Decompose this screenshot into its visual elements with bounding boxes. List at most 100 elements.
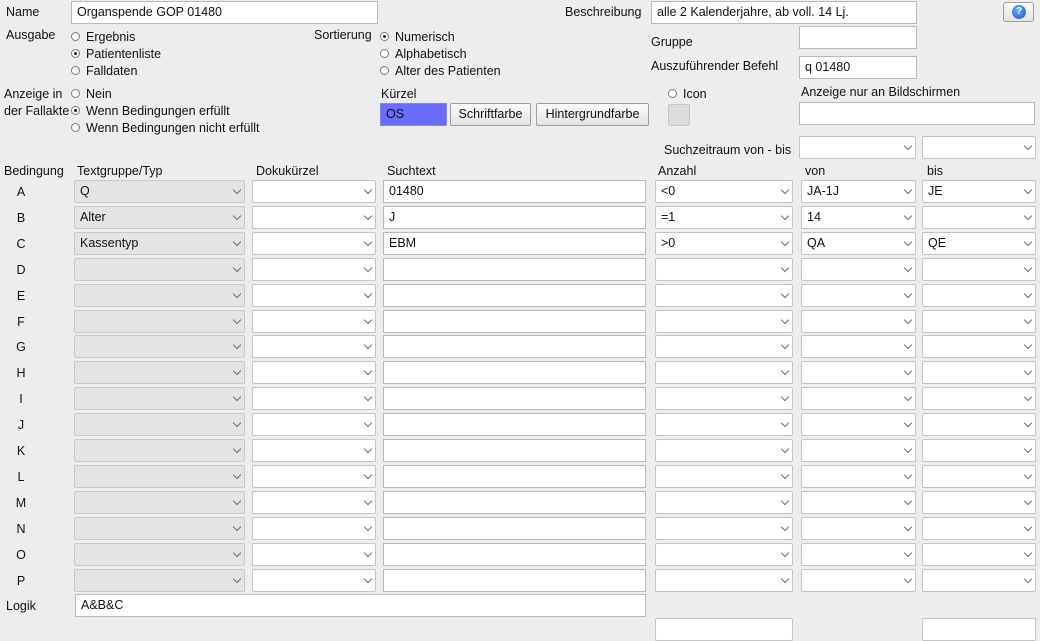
textgruppe-select[interactable] [74, 335, 245, 358]
bis-select[interactable] [922, 569, 1036, 592]
anzahl-select[interactable] [655, 310, 793, 333]
bis-select[interactable] [922, 387, 1036, 410]
bis-select[interactable] [922, 206, 1036, 229]
schriftfarbe-button[interactable]: Schriftfarbe [450, 103, 531, 126]
textgruppe-select[interactable] [74, 491, 245, 514]
textgruppe-select[interactable]: Kassentyp [74, 232, 245, 255]
textgruppe-select[interactable] [74, 569, 245, 592]
sortierung-option[interactable]: Alter des Patienten [380, 63, 501, 79]
von-select[interactable] [801, 439, 916, 462]
footer-select-partial[interactable] [922, 618, 1036, 641]
suchtext-input[interactable] [383, 439, 646, 462]
anzahl-select[interactable] [655, 491, 793, 514]
suchtext-input[interactable]: EBM [383, 232, 646, 255]
anzeige-option[interactable]: Wenn Bedingungen erfüllt [71, 103, 230, 119]
dokukuerzel-select[interactable] [252, 335, 376, 358]
anzahl-select[interactable] [655, 387, 793, 410]
dokukuerzel-select[interactable] [252, 284, 376, 307]
anzahl-select[interactable] [655, 413, 793, 436]
dokukuerzel-select[interactable] [252, 206, 376, 229]
dokukuerzel-select[interactable] [252, 310, 376, 333]
anzahl-select[interactable] [655, 465, 793, 488]
ausgabe-option[interactable]: Falldaten [71, 63, 137, 79]
von-select[interactable] [801, 258, 916, 281]
bis-select[interactable] [922, 284, 1036, 307]
suchtext-input[interactable] [383, 284, 646, 307]
bis-select[interactable] [922, 491, 1036, 514]
bis-select[interactable] [922, 310, 1036, 333]
ausgabe-option[interactable]: Patientenliste [71, 46, 161, 62]
von-select[interactable] [801, 491, 916, 514]
textgruppe-select[interactable] [74, 543, 245, 566]
textgruppe-select[interactable] [74, 517, 245, 540]
suchtext-input[interactable]: 01480 [383, 180, 646, 203]
suchtext-input[interactable] [383, 543, 646, 566]
suchtext-input[interactable] [383, 335, 646, 358]
textgruppe-select[interactable] [74, 387, 245, 410]
von-select[interactable] [801, 361, 916, 384]
anzeige-option[interactable]: Wenn Bedingungen nicht erfüllt [71, 120, 260, 136]
von-select[interactable]: 14 [801, 206, 916, 229]
textgruppe-select[interactable] [74, 439, 245, 462]
anzeige-option[interactable]: Nein [71, 86, 112, 102]
von-select[interactable] [801, 465, 916, 488]
suchtext-input[interactable] [383, 310, 646, 333]
anzahl-select[interactable] [655, 517, 793, 540]
von-select[interactable]: JA-1J [801, 180, 916, 203]
von-select[interactable]: QA [801, 232, 916, 255]
anzahl-select[interactable] [655, 361, 793, 384]
textgruppe-select[interactable] [74, 413, 245, 436]
dokukuerzel-select[interactable] [252, 439, 376, 462]
von-select[interactable] [801, 284, 916, 307]
hintergrundfarbe-button[interactable]: Hintergrundfarbe [536, 103, 649, 126]
textgruppe-select[interactable] [74, 258, 245, 281]
von-select[interactable] [801, 413, 916, 436]
von-select[interactable] [801, 335, 916, 358]
dokukuerzel-select[interactable] [252, 232, 376, 255]
textgruppe-select[interactable]: Alter [74, 206, 245, 229]
suchzeitraum-bis-select[interactable] [922, 136, 1036, 159]
anzahl-select[interactable] [655, 335, 793, 358]
gruppe-input[interactable] [799, 26, 917, 49]
von-select[interactable] [801, 569, 916, 592]
suchzeitraum-von-select[interactable] [799, 136, 916, 159]
anzahl-select[interactable]: <0 [655, 180, 793, 203]
dokukuerzel-select[interactable] [252, 465, 376, 488]
von-select[interactable] [801, 387, 916, 410]
textgruppe-select[interactable] [74, 361, 245, 384]
bis-select[interactable] [922, 258, 1036, 281]
textgruppe-select[interactable] [74, 284, 245, 307]
icon-preview[interactable] [668, 104, 690, 126]
suchtext-input[interactable] [383, 465, 646, 488]
bis-select[interactable]: JE [922, 180, 1036, 203]
bis-select[interactable] [922, 439, 1036, 462]
textgruppe-select[interactable] [74, 465, 245, 488]
beschreibung-input[interactable]: alle 2 Kalenderjahre, ab voll. 14 Lj. [651, 1, 917, 24]
anzahl-select[interactable]: >0 [655, 232, 793, 255]
dokukuerzel-select[interactable] [252, 258, 376, 281]
suchtext-input[interactable] [383, 361, 646, 384]
textgruppe-select[interactable]: Q [74, 180, 245, 203]
suchtext-input[interactable] [383, 569, 646, 592]
dokukuerzel-select[interactable] [252, 413, 376, 436]
footer-select-partial[interactable] [655, 618, 793, 641]
anzahl-select[interactable]: =1 [655, 206, 793, 229]
logik-input[interactable]: A&B&C [75, 594, 646, 617]
ausgabe-option[interactable]: Ergebnis [71, 29, 135, 45]
von-select[interactable] [801, 310, 916, 333]
anzahl-select[interactable] [655, 439, 793, 462]
bis-select[interactable] [922, 517, 1036, 540]
bildschirme-input[interactable] [799, 102, 1035, 125]
von-select[interactable] [801, 517, 916, 540]
textgruppe-select[interactable] [74, 310, 245, 333]
suchtext-input[interactable] [383, 387, 646, 410]
kurzel-input[interactable]: OS [380, 103, 447, 126]
dokukuerzel-select[interactable] [252, 387, 376, 410]
name-input[interactable]: Organspende GOP 01480 [71, 1, 378, 24]
dokukuerzel-select[interactable] [252, 361, 376, 384]
suchtext-input[interactable] [383, 517, 646, 540]
bis-select[interactable] [922, 335, 1036, 358]
suchtext-input[interactable] [383, 491, 646, 514]
help-button[interactable]: ? [1003, 2, 1034, 22]
bis-select[interactable]: QE [922, 232, 1036, 255]
